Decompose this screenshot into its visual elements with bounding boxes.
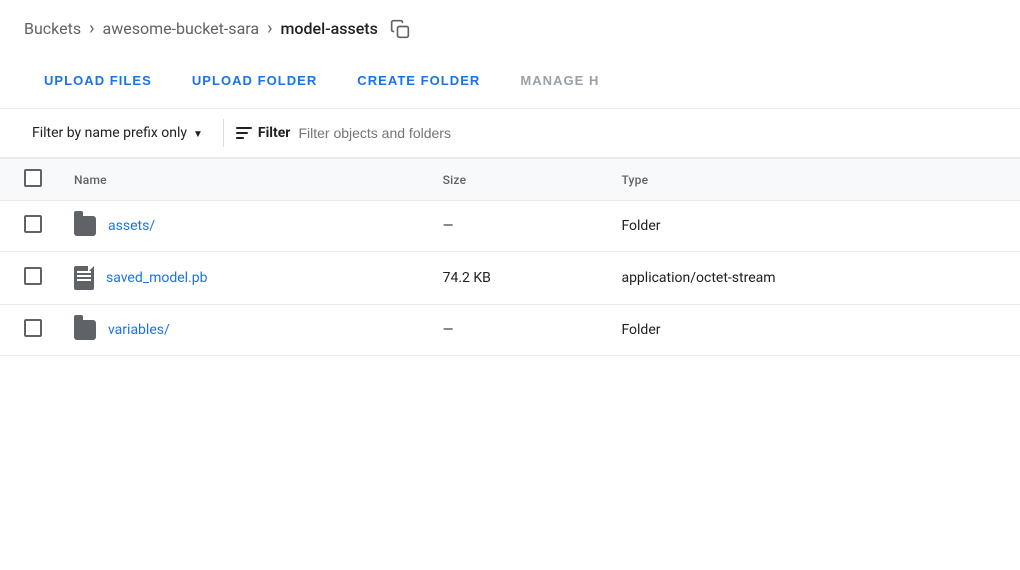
row-checkbox-cell	[0, 201, 58, 252]
row-size-cell: —	[427, 201, 606, 252]
copy-path-icon[interactable]	[390, 19, 410, 39]
row-type-cell: Folder	[605, 305, 1020, 356]
row-type-cell: Folder	[605, 201, 1020, 252]
row-size-cell: 74.2 KB	[427, 252, 606, 305]
row-name-link[interactable]: assets/	[108, 218, 155, 234]
row-name-cell: assets/	[58, 201, 427, 252]
objects-table: Name Size Type assets/—Foldersaved_model…	[0, 159, 1020, 356]
table-header-row: Name Size Type	[0, 159, 1020, 201]
filter-input[interactable]	[298, 125, 996, 141]
header-checkbox[interactable]	[24, 169, 42, 187]
breadcrumb-bucket-name[interactable]: awesome-bucket-sara	[103, 19, 260, 38]
upload-files-button[interactable]: UPLOAD FILES	[24, 61, 172, 100]
row-name-link[interactable]: saved_model.pb	[106, 270, 207, 286]
row-name-link[interactable]: variables/	[108, 322, 170, 338]
breadcrumb: Buckets › awesome-bucket-sara › model-as…	[0, 0, 1020, 53]
table-row: variables/ —Folder	[0, 305, 1020, 356]
create-folder-button[interactable]: CREATE FOLDER	[337, 61, 500, 100]
table-row: saved_model.pb 74.2 KBapplication/octet-s…	[0, 252, 1020, 305]
row-name-cell: saved_model.pb	[58, 252, 427, 305]
breadcrumb-sep-1: ›	[89, 18, 94, 39]
filter-label: Filter	[258, 125, 291, 141]
col-type: Type	[605, 159, 1020, 201]
breadcrumb-sep-2: ›	[267, 18, 272, 39]
filter-bar: Filter by name prefix only Filter	[0, 109, 1020, 159]
filter-dropdown-label: Filter by name prefix only	[32, 125, 187, 141]
filter-divider	[223, 119, 224, 147]
manage-holds-button[interactable]: MANAGE H	[500, 61, 619, 100]
row-type-cell: application/octet-stream	[605, 252, 1020, 305]
filter-icon	[236, 127, 252, 139]
row-name-cell: variables/	[58, 305, 427, 356]
chevron-down-icon	[193, 125, 203, 141]
upload-folder-button[interactable]: UPLOAD FOLDER	[172, 61, 337, 100]
filter-icon-label[interactable]: Filter	[236, 125, 291, 141]
filter-dropdown[interactable]: Filter by name prefix only	[24, 119, 211, 147]
col-size: Size	[427, 159, 606, 201]
col-checkbox	[0, 159, 58, 201]
row-checkbox[interactable]	[24, 267, 42, 285]
row-checkbox-cell	[0, 252, 58, 305]
breadcrumb-current: model-assets	[280, 19, 377, 38]
toolbar: UPLOAD FILES UPLOAD FOLDER CREATE FOLDER…	[0, 53, 1020, 109]
file-icon	[74, 266, 94, 290]
table-row: assets/ —Folder	[0, 201, 1020, 252]
folder-icon	[74, 320, 96, 340]
row-checkbox-cell	[0, 305, 58, 356]
breadcrumb-buckets[interactable]: Buckets	[24, 19, 81, 38]
row-size-cell: —	[427, 305, 606, 356]
folder-icon	[74, 216, 96, 236]
filter-input-area: Filter	[236, 125, 996, 141]
row-checkbox[interactable]	[24, 319, 42, 337]
col-name: Name	[58, 159, 427, 201]
row-checkbox[interactable]	[24, 215, 42, 233]
